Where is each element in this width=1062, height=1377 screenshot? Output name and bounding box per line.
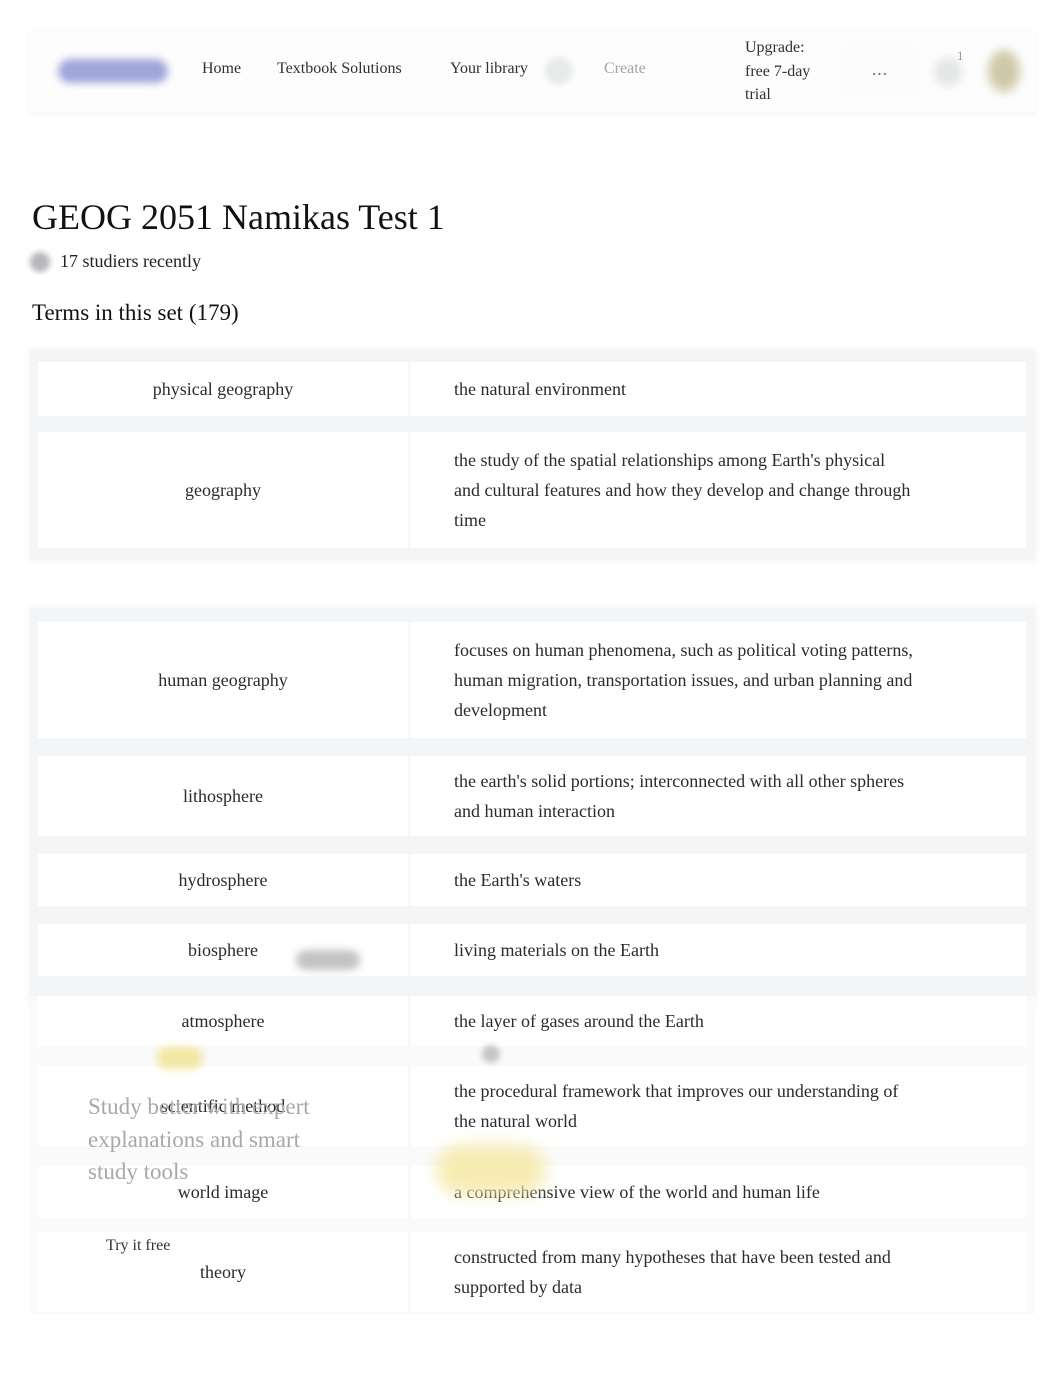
- site-logo[interactable]: [58, 59, 168, 83]
- terms-heading: Terms in this set (179): [32, 300, 239, 325]
- nav-create-link[interactable]: Create: [604, 60, 646, 78]
- term-text: hydrosphere: [38, 854, 411, 906]
- definition-value: the earth's solid portions; interconnect…: [454, 771, 905, 821]
- definition-text: the procedural framework that improves o…: [411, 1066, 1026, 1146]
- term-row: biosphere living materials on the Earth: [38, 924, 1026, 976]
- blurred-dot-icon: [482, 1045, 500, 1063]
- top-nav-bar: Home Textbook Solutions Your library Cre…: [30, 30, 1035, 112]
- promo-illustration: [436, 1145, 546, 1195]
- definition-value: living materials on the Earth: [454, 940, 659, 960]
- definition-text: the study of the spatial relationships a…: [411, 432, 1026, 548]
- term-row: geography the study of the spatial relat…: [38, 432, 1026, 548]
- term-text: lithosphere: [38, 756, 411, 836]
- notification-count-badge: 1: [957, 48, 964, 63]
- term-row: lithosphere the earth's solid portions; …: [38, 756, 1026, 836]
- definition-text: the layer of gases around the Earth: [411, 996, 1026, 1046]
- term-text: physical geography: [38, 362, 411, 416]
- term-text: human geography: [38, 622, 411, 738]
- more-options-button[interactable]: …: [840, 42, 920, 100]
- blurred-chip: [296, 950, 360, 970]
- definition-text: the earth's solid portions; interconnect…: [411, 756, 1026, 836]
- term-row: human geography focuses on human phenome…: [38, 622, 1026, 738]
- studiers-avatar-icon: [30, 252, 50, 272]
- definition-text: living materials on the Earth: [411, 924, 1026, 976]
- plus-icon[interactable]: [545, 57, 573, 85]
- term-row: physical geography the natural environme…: [38, 362, 1026, 416]
- nav-textbook-solutions-link[interactable]: Textbook Solutions: [277, 60, 402, 78]
- nav-your-library-link[interactable]: Your library: [450, 60, 528, 78]
- term-text: atmosphere: [38, 996, 411, 1046]
- promo-text: Study better with expert explanations an…: [88, 1094, 310, 1184]
- try-it-free-button[interactable]: Try it free: [106, 1237, 170, 1255]
- definition-value: the Earth's waters: [454, 870, 582, 890]
- promo-badge: [157, 1047, 203, 1069]
- term-row: hydrosphere the Earth's waters: [38, 854, 1026, 906]
- definition-value: the study of the spatial relationships a…: [454, 450, 911, 530]
- definition-value: the layer of gases around the Earth: [454, 1011, 704, 1031]
- user-avatar[interactable]: [988, 50, 1020, 92]
- set-title: GEOG 2051 Namikas Test 1: [32, 197, 445, 237]
- definition-value: the natural environment: [454, 379, 626, 399]
- definition-value: the procedural framework that improves o…: [454, 1081, 899, 1131]
- definition-text: the natural environment: [411, 362, 1026, 416]
- definition-value: constructed from many hypotheses that ha…: [454, 1247, 891, 1297]
- definition-text: the Earth's waters: [411, 854, 1026, 906]
- upgrade-trial-button[interactable]: Upgrade: free 7-day trial: [745, 36, 825, 107]
- term-row: theory constructed from many hypotheses …: [38, 1232, 1026, 1312]
- definition-text: constructed from many hypotheses that ha…: [411, 1232, 1026, 1312]
- term-row: atmosphere the layer of gases around the…: [38, 996, 1026, 1046]
- definition-value: focuses on human phenomena, such as poli…: [454, 640, 913, 720]
- term-text: geography: [38, 432, 411, 548]
- term-group: physical geography the natural environme…: [30, 350, 1035, 560]
- nav-home-link[interactable]: Home: [202, 60, 241, 78]
- studiers-count: 17 studiers recently: [60, 251, 201, 271]
- definition-text: focuses on human phenomena, such as poli…: [411, 622, 1026, 738]
- term-group: human geography focuses on human phenome…: [30, 608, 1035, 1008]
- term-text: theory: [38, 1232, 411, 1312]
